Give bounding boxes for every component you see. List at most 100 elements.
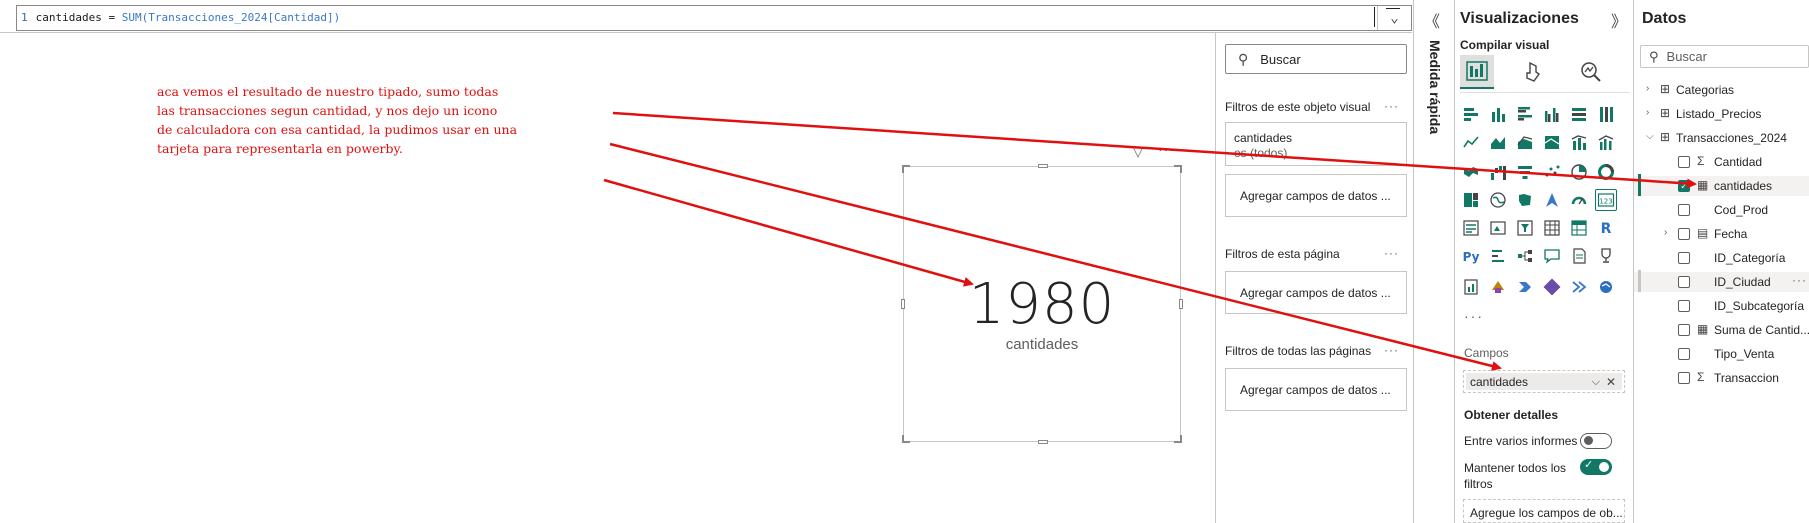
- treemap-icon[interactable]: [1460, 189, 1482, 211]
- expand-pane-icon[interactable]: 》: [1611, 8, 1627, 32]
- ribbon-chart-icon[interactable]: [1460, 161, 1482, 183]
- clustered-column-icon[interactable]: [1541, 103, 1563, 125]
- chevron-down-icon[interactable]: ⌵: [1592, 376, 1600, 389]
- 100-stacked-bar-icon[interactable]: [1568, 103, 1590, 125]
- azure-ml-icon[interactable]: [1541, 276, 1563, 298]
- drillthrough-fields-well[interactable]: Agregue los campos de ob...: [1463, 499, 1625, 523]
- filters-search-input[interactable]: ⚲ Buscar: [1225, 44, 1407, 74]
- field-checkbox[interactable]: [1678, 204, 1690, 216]
- tab-build-visual[interactable]: [1460, 55, 1494, 89]
- donut-chart-icon[interactable]: [1595, 161, 1617, 183]
- formula-expand-button[interactable]: ⌄: [1377, 6, 1411, 30]
- line-stacked-column-icon[interactable]: [1568, 131, 1590, 153]
- waterfall-chart-icon[interactable]: [1487, 161, 1509, 183]
- line-clustered-column-icon[interactable]: [1595, 131, 1617, 153]
- clustered-bar-icon[interactable]: [1514, 103, 1536, 125]
- decomposition-tree-icon[interactable]: [1514, 245, 1536, 267]
- table-node[interactable]: › ⊞ Categorias: [1634, 80, 1809, 100]
- arcgis-map-icon[interactable]: [1595, 276, 1617, 298]
- visual-filters-more-icon[interactable]: ···: [1384, 99, 1399, 113]
- table-node[interactable]: › ⊞ Listado_Precios: [1634, 104, 1809, 124]
- key-influencers-icon[interactable]: [1487, 245, 1509, 267]
- field-checkbox[interactable]: [1678, 276, 1690, 288]
- field-pill-cantidades[interactable]: cantidades ⌵ ✕: [1466, 373, 1622, 390]
- resize-handle-top[interactable]: [1038, 164, 1048, 168]
- field-node[interactable]: ID_Categoría: [1634, 248, 1809, 268]
- cross-report-toggle[interactable]: [1580, 433, 1612, 449]
- custom-visual-icon[interactable]: [1568, 276, 1590, 298]
- map-icon[interactable]: [1487, 189, 1509, 211]
- tab-analytics[interactable]: [1574, 55, 1608, 89]
- add-all-pages-filter-field[interactable]: Agregar campos de datos ...: [1225, 368, 1407, 411]
- field-node[interactable]: Tipo_Venta: [1634, 344, 1809, 364]
- field-checkbox[interactable]: ✓: [1678, 180, 1690, 192]
- goals-icon[interactable]: [1595, 245, 1617, 267]
- paginated-report-icon[interactable]: [1460, 276, 1482, 298]
- resize-corner[interactable]: [1174, 435, 1182, 443]
- collapse-pane-icon[interactable]: 《: [1424, 8, 1440, 32]
- field-more-options-icon[interactable]: ···: [1792, 273, 1807, 287]
- pie-chart-icon[interactable]: [1568, 161, 1590, 183]
- field-checkbox[interactable]: [1678, 348, 1690, 360]
- kpi-icon[interactable]: [1487, 217, 1509, 239]
- stacked-area-icon[interactable]: [1514, 131, 1536, 153]
- scatter-chart-icon[interactable]: [1541, 161, 1563, 183]
- chevron-right-icon[interactable]: ›: [1646, 107, 1649, 118]
- funnel-chart-icon[interactable]: [1514, 161, 1536, 183]
- matrix-icon[interactable]: [1568, 217, 1590, 239]
- area-chart-icon[interactable]: [1487, 131, 1509, 153]
- resize-handle-bottom[interactable]: [1038, 440, 1048, 444]
- qa-visual-icon[interactable]: [1541, 245, 1563, 267]
- power-apps-icon[interactable]: [1487, 276, 1509, 298]
- field-checkbox[interactable]: [1678, 252, 1690, 264]
- tab-format-visual[interactable]: [1516, 55, 1550, 89]
- field-node[interactable]: ▦ Suma de Cantid...: [1634, 320, 1809, 340]
- data-search-input[interactable]: ⚲ Buscar: [1640, 45, 1809, 68]
- card-visual[interactable]: 1980 cantidades: [901, 164, 1183, 444]
- keep-filters-toggle[interactable]: ✓: [1580, 459, 1612, 475]
- smart-narrative-icon[interactable]: [1568, 245, 1590, 267]
- azure-map-icon[interactable]: [1541, 189, 1563, 211]
- field-node[interactable]: › ▤ Fecha: [1634, 224, 1809, 244]
- r-script-visual-icon[interactable]: R: [1595, 217, 1617, 239]
- field-node[interactable]: Σ Transaccion: [1634, 368, 1809, 388]
- field-checkbox[interactable]: [1678, 372, 1690, 384]
- field-node[interactable]: ID_Ciudad ···: [1634, 272, 1809, 292]
- field-checkbox[interactable]: [1678, 300, 1690, 312]
- filter-card-cantidades[interactable]: cantidades es (todos): [1225, 122, 1407, 166]
- python-visual-icon[interactable]: Py: [1460, 245, 1482, 267]
- dax-formula-input[interactable]: 1 cantidades = SUM(Transacciones_2024[Can…: [16, 5, 1412, 31]
- add-page-filter-field[interactable]: Agregar campos de datos ...: [1225, 271, 1407, 314]
- visual-more-options-icon[interactable]: ···: [1158, 141, 1175, 157]
- stacked-column-icon[interactable]: [1487, 103, 1509, 125]
- resize-corner[interactable]: [902, 435, 910, 443]
- stacked-bar-icon[interactable]: [1460, 103, 1482, 125]
- table-node[interactable]: ⌵ ⊞ Transacciones_2024: [1634, 128, 1809, 148]
- table-icon[interactable]: [1541, 217, 1563, 239]
- page-filters-more-icon[interactable]: ···: [1384, 246, 1399, 260]
- field-checkbox[interactable]: [1678, 228, 1690, 240]
- field-checkbox[interactable]: [1678, 156, 1690, 168]
- card-icon[interactable]: 123: [1595, 189, 1617, 211]
- field-node[interactable]: ✓ ▦ cantidades: [1634, 176, 1809, 196]
- filled-map-icon[interactable]: [1514, 189, 1536, 211]
- field-checkbox[interactable]: [1678, 324, 1690, 336]
- field-node[interactable]: Σ Cantidad: [1634, 152, 1809, 172]
- 100-stacked-column-icon[interactable]: [1595, 103, 1617, 125]
- gauge-icon[interactable]: [1568, 189, 1590, 211]
- power-automate-icon[interactable]: [1514, 276, 1536, 298]
- chevron-down-icon[interactable]: ⌵: [1646, 131, 1654, 142]
- fields-well[interactable]: cantidades ⌵ ✕: [1463, 370, 1625, 393]
- all-pages-filters-more-icon[interactable]: ···: [1384, 343, 1399, 357]
- field-node[interactable]: Cod_Prod: [1634, 200, 1809, 220]
- line-chart-icon[interactable]: [1460, 131, 1482, 153]
- add-visual-filter-field[interactable]: Agregar campos de datos ...: [1225, 174, 1407, 217]
- quick-measure-tab[interactable]: Medida rápida: [1427, 40, 1443, 134]
- field-node[interactable]: ID_Subcategoría: [1634, 296, 1809, 316]
- visual-filter-icon[interactable]: ▽: [1133, 144, 1143, 160]
- resize-corner[interactable]: [902, 165, 910, 173]
- more-visuals-icon[interactable]: ···: [1464, 308, 1484, 324]
- resize-corner[interactable]: [1174, 165, 1182, 173]
- multi-row-card-icon[interactable]: [1460, 217, 1482, 239]
- chevron-right-icon[interactable]: ›: [1664, 227, 1667, 238]
